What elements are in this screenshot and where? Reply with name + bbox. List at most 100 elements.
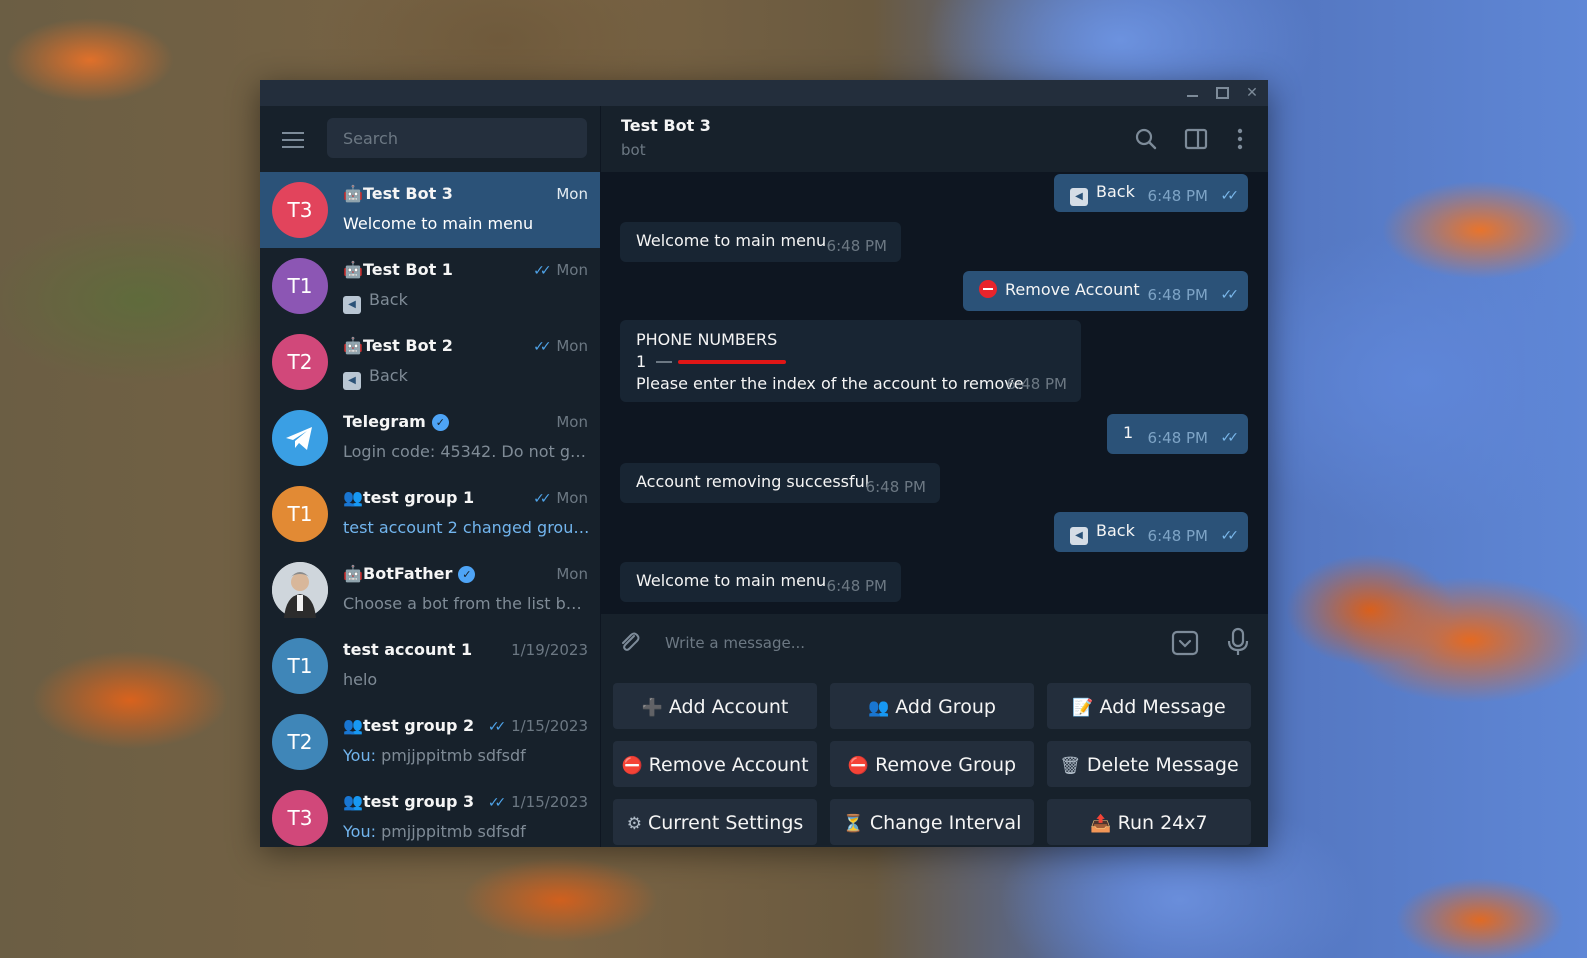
message-out[interactable]: Remove Account 6:48 PM ✓✓: [963, 271, 1248, 311]
bot-icon: 🤖: [343, 184, 363, 203]
chat-preview: Login code: 45342. Do not give ...: [343, 442, 590, 461]
no-entry-icon: ⛔: [847, 756, 870, 776]
bot-reply-keyboard: ➕ Add Account 👥 Add Group 📝 Add Message ⛔ Re…: [601, 670, 1268, 847]
chat-item-botfather[interactable]: 🤖BotFather ✓ Mon Choose a bot from the li…: [260, 552, 600, 628]
message-time: 6:48 PM: [1147, 429, 1208, 447]
avatar: T1: [272, 486, 328, 542]
search-input[interactable]: [327, 118, 587, 158]
chat-item-test-bot-1[interactable]: T1 🤖Test Bot 1 ✓✓ Mon ◀ Back: [260, 248, 600, 324]
chat-item-test-bot-2[interactable]: T2 🤖Test Bot 2 ✓✓ Mon ◀ Back: [260, 324, 600, 400]
read-ticks-icon: ✓✓: [533, 339, 552, 355]
gear-icon: ⚙: [626, 814, 642, 834]
add-account-button[interactable]: ➕ Add Account: [613, 683, 817, 729]
avatar: T2: [272, 714, 328, 770]
message-out[interactable]: ◀ Back 6:48 PM ✓✓: [1054, 174, 1248, 212]
group-icon: 👥: [343, 716, 363, 735]
plus-icon: ➕: [641, 698, 663, 718]
message-in[interactable]: Account removing successful 6:48 PM: [620, 463, 940, 503]
chat-name: 👥test group 2: [343, 716, 475, 735]
change-interval-button[interactable]: ⏳ Change Interval: [830, 799, 1034, 845]
chat-status: bot: [621, 141, 646, 159]
chat-preview: helo: [343, 670, 378, 689]
hamburger-menu-icon[interactable]: [282, 132, 304, 148]
run-24x7-button[interactable]: 📤 Run 24x7: [1047, 799, 1251, 845]
chat-item-test-group-2[interactable]: T2 👥test group 2 ✓✓ 1/15/2023 You: pmjjp…: [260, 704, 600, 780]
hourglass-icon: ⏳: [842, 814, 864, 834]
sidebar: T3 🤖Test Bot 3 Mon Welcome to main menu …: [260, 106, 601, 847]
chat-time: ✓✓ Mon: [533, 489, 588, 507]
sidebar-toggle-icon[interactable]: [1183, 126, 1209, 152]
message-time: 6:48 PM: [1147, 286, 1208, 304]
verified-icon: ✓: [458, 566, 476, 583]
chat-preview: Welcome to main menu: [343, 214, 534, 233]
bot-keyboard-toggle-icon[interactable]: [1171, 629, 1199, 657]
more-options-icon[interactable]: [1227, 126, 1253, 152]
minimize-button[interactable]: [1182, 83, 1202, 103]
telegram-logo-icon: [272, 410, 328, 466]
group-icon: 👥: [343, 488, 363, 507]
message-input[interactable]: [663, 626, 1147, 660]
message-in[interactable]: PHONE NUMBERS 1 Please enter the index o…: [620, 320, 1081, 402]
wastebasket-icon: 🗑: [1059, 756, 1081, 776]
botfather-avatar: [272, 562, 328, 618]
message-time: 6:48 PM: [1147, 527, 1208, 545]
current-settings-button[interactable]: ⚙ Current Settings: [613, 799, 817, 845]
chat-time: Mon: [556, 565, 588, 583]
chat-header[interactable]: Test Bot 3 bot: [601, 106, 1268, 172]
chat-time: ✓✓ Mon: [533, 337, 588, 355]
chat-time: ✓✓ Mon: [533, 261, 588, 279]
add-message-button[interactable]: 📝 Add Message: [1047, 683, 1251, 729]
message-in[interactable]: Welcome to main menu 6:48 PM: [620, 562, 901, 602]
read-ticks-icon: ✓✓: [1220, 528, 1240, 544]
read-ticks-icon: ✓✓: [1220, 188, 1240, 204]
back-icon: ◀: [1070, 188, 1088, 206]
group-icon: 👥: [868, 698, 890, 718]
chat-time: 1/19/2023: [511, 641, 588, 659]
message-line: PHONE NUMBERS: [636, 330, 778, 349]
chat-item-telegram[interactable]: Telegram ✓ Mon Login code: 45342. Do not …: [260, 400, 600, 476]
chat-item-test-account-1[interactable]: T1 test account 1 1/19/2023 helo: [260, 628, 600, 704]
chat-preview: ◀ Back: [343, 290, 590, 314]
no-entry-icon: [979, 280, 997, 298]
close-button[interactable]: ✕: [1242, 83, 1262, 103]
chat-item-test-group-1[interactable]: T1 👥test group 1 ✓✓ Mon test account 2 c…: [260, 476, 600, 552]
redaction-mark: [678, 360, 787, 364]
chat-preview: ◀ Back: [343, 366, 590, 390]
delete-message-button[interactable]: 🗑 Delete Message: [1047, 741, 1251, 787]
paperclip-icon[interactable]: [617, 629, 643, 655]
search-icon[interactable]: [1133, 126, 1159, 152]
chat-name: 🤖Test Bot 3: [343, 184, 453, 203]
read-ticks-icon: ✓✓: [1220, 287, 1240, 303]
remove-group-button[interactable]: ⛔ Remove Group: [830, 741, 1034, 787]
message-in[interactable]: Welcome to main menu 6:48 PM: [620, 222, 901, 262]
message-out[interactable]: 1 6:48 PM ✓✓: [1107, 414, 1248, 454]
chat-name: 🤖Test Bot 1: [343, 260, 453, 279]
chat-time: Mon: [556, 413, 588, 431]
message-time: 6:48 PM: [1006, 375, 1067, 393]
bot-icon: 🤖: [343, 564, 363, 583]
chat-item-test-bot-3[interactable]: T3 🤖Test Bot 3 Mon Welcome to main menu: [260, 172, 600, 248]
back-icon: ◀: [343, 372, 361, 390]
chat-preview: You: pmjjppitmb sdfsdf: [343, 746, 526, 765]
chat-item-test-group-3[interactable]: T3 👥test group 3 ✓✓ 1/15/2023 You: pmjjp…: [260, 780, 600, 847]
remove-account-button[interactable]: ⛔ Remove Account: [613, 741, 817, 787]
microphone-icon[interactable]: [1225, 627, 1251, 657]
read-ticks-icon: ✓✓: [533, 263, 552, 279]
chat-title: Test Bot 3: [621, 116, 711, 135]
add-group-button[interactable]: 👥 Add Group: [830, 683, 1034, 729]
message-line: 1: [636, 351, 1065, 373]
read-ticks-icon: ✓✓: [1220, 430, 1240, 446]
chat-preview: test account 2 changed group ...: [343, 518, 590, 537]
outbox-tray-icon: 📤: [1090, 814, 1112, 834]
avatar: T1: [272, 638, 328, 694]
memo-icon: 📝: [1072, 698, 1094, 718]
message-time: 6:48 PM: [865, 478, 926, 496]
message-out[interactable]: ◀ Back 6:48 PM ✓✓: [1054, 512, 1248, 552]
message-line: Please enter the index of the account to…: [636, 374, 1024, 393]
maximize-button[interactable]: [1212, 83, 1232, 103]
chat-name: 👥test group 3: [343, 792, 475, 811]
bot-icon: 🤖: [343, 260, 363, 279]
chat-time: ✓✓ 1/15/2023: [487, 793, 588, 811]
chat-name: 🤖Test Bot 2: [343, 336, 453, 355]
avatar: T1: [272, 258, 328, 314]
